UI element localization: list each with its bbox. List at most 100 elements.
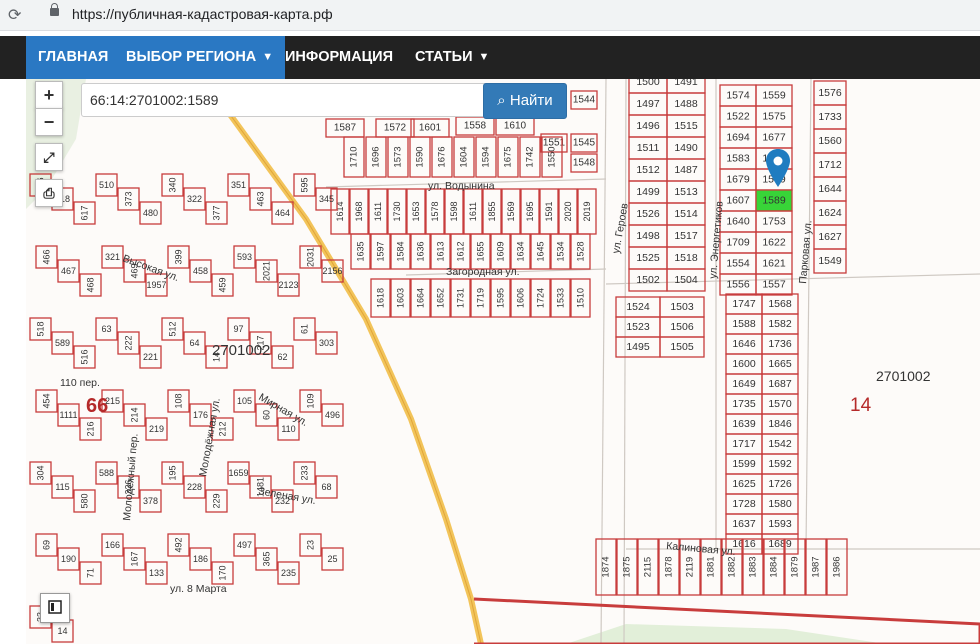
parcel-number: 1504 [674,274,698,286]
parcel-number: 109 [306,393,316,408]
parcel-number: 1575 [762,111,786,123]
parcel-number: 1556 [726,279,750,291]
parcel-number: 235 [281,568,296,578]
parcel-number: 1576 [818,87,842,99]
parcel-number: 1496 [636,120,660,132]
parcel-number: 1987 [811,556,822,577]
location-pin-icon[interactable] [766,149,790,187]
parcel-number: 1709 [726,237,750,249]
parcel-number: 1523 [626,321,650,333]
parcel-number: 212 [218,421,228,436]
parcel-number: 1592 [768,458,792,470]
parcel-number: 1733 [818,111,842,123]
nav-home[interactable]: ГЛАВНАЯ [26,36,121,79]
fullscreen-icon[interactable]: ⤢ [35,143,63,171]
parcel-number: 1533 [556,288,566,308]
parcel-number: 2119 [685,557,696,577]
parcel-number: 1599 [732,458,756,470]
parcel-number: 1568 [768,298,792,310]
parcel-number: 1606 [516,288,526,308]
map-canvas[interactable]: 1587 1572 1601 1558 161015511544154515481710… [26,79,980,644]
district-number: 66 [86,395,108,417]
street-label: ул. Водынина [428,180,495,192]
parcel-number: 1677 [762,132,786,144]
parcel-number: 1875 [622,556,633,577]
parcel-number: 2019 [582,201,592,221]
nav-region-label: ВЫБОР РЕГИОНА [126,49,257,65]
parcel-number: 1584 [396,241,406,261]
parcel-number: 1604 [459,146,470,167]
parcel-number: 1487 [674,164,698,176]
parcel-number: 1728 [732,498,756,510]
street-label: ул. Энергетиков [707,200,726,279]
parcel-number: 595 [300,177,310,192]
parcel-number: 229 [212,493,222,508]
parcel-number: 23 [306,540,316,550]
parcel-number: 1499 [636,186,660,198]
zoom-in-button[interactable]: + [35,81,63,109]
print-icon[interactable]: ⎙ [35,179,63,207]
parcel-number: 1622 [762,237,786,249]
parcel-number: 1710 [349,146,360,167]
parcel-number: 1719 [476,288,486,308]
parcel-number: 170 [218,565,228,580]
parcel-number: 399 [174,249,184,264]
parcel-number: 1511 [637,142,660,154]
parcel-number: 1639 [732,418,756,430]
parcel-number: 1580 [768,498,792,510]
parcel-number: 2031 [306,247,316,267]
parcel-number: 589 [55,338,70,348]
parcel-number: 1514 [674,208,698,220]
parcel-number: 1569 [506,201,516,221]
browser-bar: ⟳ https://публичная-кадастровая-карта.рф [0,0,980,31]
parcel-number: 1636 [416,241,426,261]
parcel-number: 108 [174,393,184,408]
cadastral-map[interactable]: 1587 1572 1601 1558 1610 1551 1544 1545 1548 1710… [26,79,980,644]
nav-region-select[interactable]: ВЫБОР РЕГИОНА ▼ [114,36,286,79]
parcel-number: 1676 [437,146,448,167]
street-label: ул. Героев [610,202,631,255]
parcel-number: 1609 [496,241,506,261]
search-button[interactable]: ⌕ Найти [483,83,567,119]
parcel-number: 345 [319,194,334,204]
parcel-number: 1687 [768,378,792,390]
parcel-number: 1518 [674,252,698,264]
parcel-number: 105 [237,396,252,406]
parcel-number: 1640 [726,216,750,228]
parcel-number: 1595 [496,288,506,308]
parcel-number: 1497 [636,98,660,110]
layers-icon [48,600,62,614]
parcel-number: 68 [321,482,331,492]
parcel-number: 1559 [762,90,786,102]
parcel-number: 321 [105,252,120,262]
legend-button[interactable] [40,593,70,623]
parcel-number: 1601 [419,123,442,134]
main-nav: ГЛАВНАЯ ВЫБОР РЕГИОНА ▼ ИНФОРМАЦИЯ СТАТЬИ… [0,36,980,79]
parcel-number: 466 [42,249,52,264]
parcel-number: 190 [61,554,76,564]
parcel-number: 1517 [674,230,698,242]
zoom-out-button[interactable]: − [35,108,63,136]
parcel-number: 1510 [576,288,586,308]
parcel-number: 1747 [732,298,756,310]
parcel-number: 1544 [573,95,596,106]
parcel-number: 304 [36,465,46,480]
parcel-number: 167 [130,551,140,566]
parcel-number: 496 [325,410,340,420]
address-bar[interactable]: https://публичная-кадастровая-карта.рф [72,6,333,22]
nav-info[interactable]: ИНФОРМАЦИЯ [273,36,405,79]
reload-icon[interactable]: ⟳ [8,5,21,24]
parcel-number: 1505 [670,341,694,353]
parcel-number: 1679 [726,174,750,186]
parcel-number: 60 [262,410,272,420]
parcel-number: 1550 [547,146,558,167]
parcel-number: 1644 [818,183,842,195]
nav-articles[interactable]: СТАТЬИ ▼ [403,36,501,79]
parcel-number: 497 [237,540,252,550]
parcel-number: 1659 [228,468,248,478]
cadastral-search-input[interactable]: 66:14:2701002:1589 [81,83,487,117]
parcel-number: 463 [256,191,266,206]
parcel-number: 365 [262,551,272,566]
parcel-number: 1627 [818,231,842,243]
parcel-number: 1524 [626,301,650,313]
